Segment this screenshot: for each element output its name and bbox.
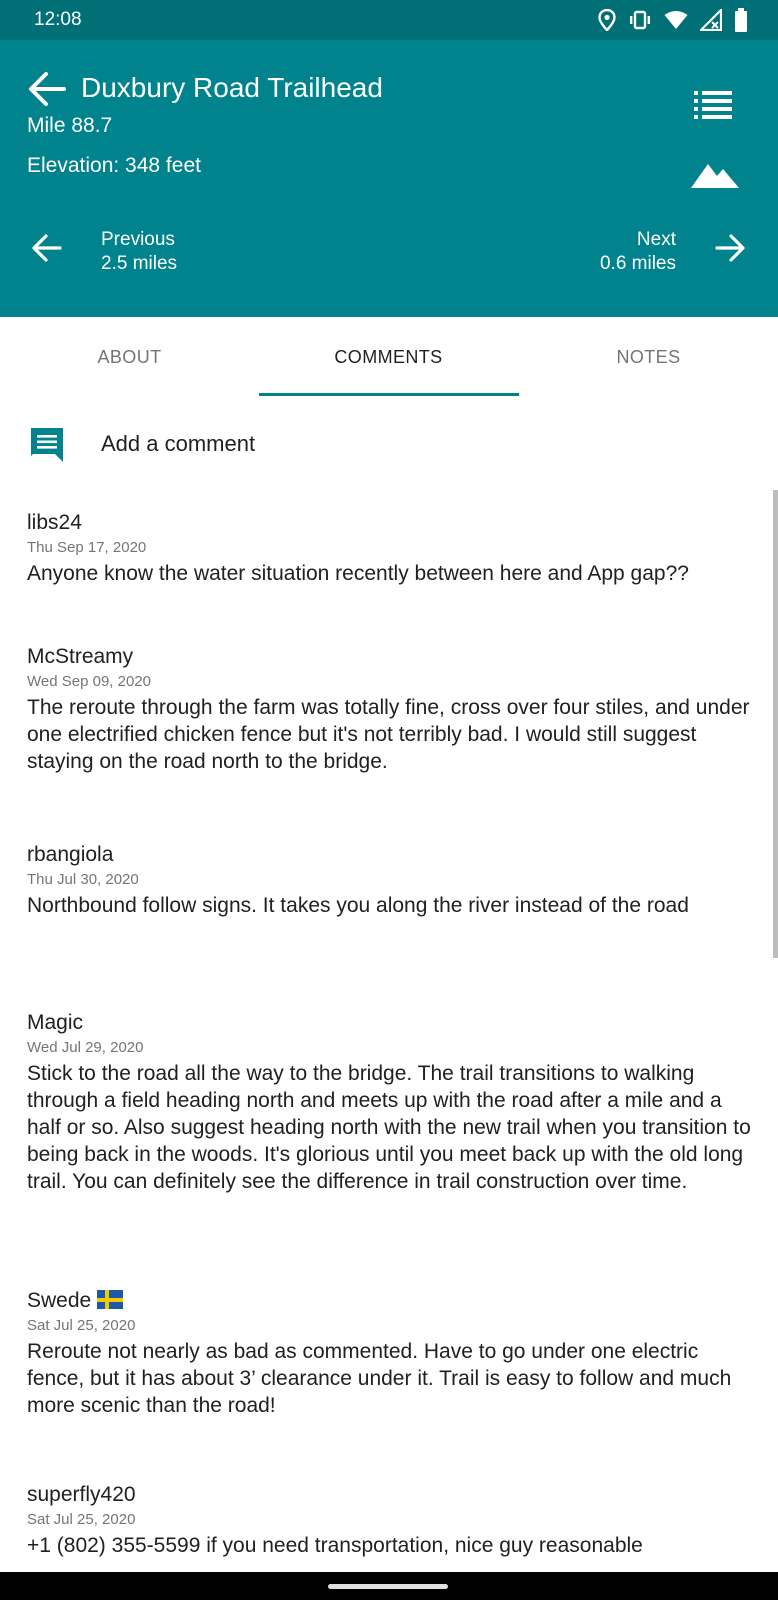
comment-author: Swede	[27, 1289, 92, 1312]
add-comment-button[interactable]: Add a comment	[0, 418, 778, 474]
tab-indicator	[259, 393, 519, 396]
comment-text: Stick to the road all the way to the bri…	[27, 1062, 751, 1193]
comment-text: Reroute not nearly as bad as commented. …	[27, 1340, 732, 1417]
signal-icon	[700, 9, 722, 31]
back-arrow-icon[interactable]	[26, 68, 68, 110]
comment-date: Wed Jul 29, 2020	[27, 1039, 144, 1056]
status-icons	[598, 8, 748, 32]
next-distance[interactable]: 0.6 miles	[600, 252, 676, 276]
list-icon[interactable]	[690, 88, 736, 120]
previous-label[interactable]: Previous	[101, 228, 175, 252]
comment-item: rbangiola Thu Jul 30, 2020 Northbound fo…	[0, 840, 778, 1008]
comment-date: Sat Jul 25, 2020	[27, 1317, 136, 1334]
comment-date: Sat Jul 25, 2020	[27, 1511, 136, 1528]
waypoint-mile: Mile 88.7	[27, 114, 113, 137]
previous-arrow-icon[interactable]	[31, 232, 63, 264]
previous-distance[interactable]: 2.5 miles	[101, 252, 177, 276]
comment-item: libs24 Thu Sep 17, 2020 Anyone know the …	[0, 508, 778, 642]
comment-text: Northbound follow signs. It takes you al…	[27, 894, 689, 917]
comment-text: The reroute through the farm was totally…	[27, 696, 750, 773]
comment-item: superfly420 Sat Jul 25, 2020 +1 (802) 35…	[0, 1480, 778, 1570]
waypoint-header: Duxbury Road Trailhead Mile 88.7 Elevati…	[0, 40, 778, 317]
comment-date: Thu Sep 17, 2020	[27, 539, 147, 556]
location-icon	[598, 9, 616, 31]
next-label[interactable]: Next	[637, 228, 676, 252]
home-handle[interactable]	[328, 1584, 448, 1589]
comment-icon	[29, 426, 65, 462]
comment-date: Thu Jul 30, 2020	[27, 871, 139, 888]
comment-item: Magic Wed Jul 29, 2020 Stick to the road…	[0, 1008, 778, 1286]
vibrate-icon	[628, 10, 652, 30]
comment-author: rbangiola	[27, 843, 114, 866]
status-time: 12:08	[34, 9, 82, 30]
comment-item: McStreamy Wed Sep 09, 2020 The reroute t…	[0, 642, 778, 840]
status-bar: 12:08	[0, 0, 778, 40]
comment-author-row: Swede	[27, 1286, 751, 1316]
comment-author: Magic	[27, 1011, 84, 1034]
navigation-bar	[0, 1572, 778, 1600]
tab-bar: ABOUT COMMENTS NOTES	[0, 317, 778, 397]
tab-notes[interactable]: NOTES	[519, 317, 778, 397]
comment-text: +1 (802) 355-5599 if you need transporta…	[27, 1534, 643, 1557]
comment-author: superfly420	[27, 1483, 136, 1506]
comment-text: Anyone know the water situation recently…	[27, 562, 689, 585]
comment-author: libs24	[27, 511, 82, 534]
battery-icon	[734, 8, 748, 32]
comment-author: McStreamy	[27, 645, 134, 668]
wifi-icon	[664, 10, 688, 30]
waypoint-elevation: Elevation: 348 feet	[27, 154, 201, 177]
comment-item: Swede Sat Jul 25, 2020 Reroute not nearl…	[0, 1286, 778, 1480]
comment-list: libs24 Thu Sep 17, 2020 Anyone know the …	[0, 508, 778, 1570]
tab-about[interactable]: ABOUT	[0, 317, 259, 397]
scrollbar[interactable]	[773, 490, 778, 958]
mountain-icon[interactable]	[690, 158, 740, 190]
tab-comments[interactable]: COMMENTS	[259, 317, 518, 397]
sweden-flag-icon	[97, 1290, 124, 1309]
waypoint-title: Duxbury Road Trailhead	[81, 72, 383, 103]
comment-date: Wed Sep 09, 2020	[27, 673, 151, 690]
next-arrow-icon[interactable]	[714, 232, 746, 264]
add-comment-label: Add a comment	[101, 431, 256, 456]
